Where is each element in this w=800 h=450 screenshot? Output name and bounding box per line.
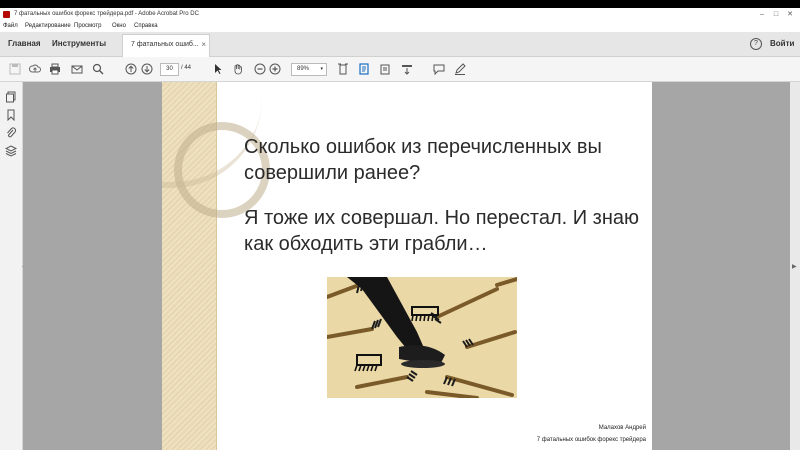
tab-document[interactable]: 7 фатальных ошиб... × bbox=[122, 34, 210, 57]
tab-document-label: 7 фатальных ошиб... bbox=[131, 41, 199, 48]
email-icon[interactable] bbox=[70, 62, 83, 75]
acrobat-window: 7 фатальных ошибок форекс трейдера.pdf -… bbox=[0, 8, 800, 450]
chevron-down-icon: ▾ bbox=[320, 66, 323, 72]
signin-button[interactable]: Войти bbox=[770, 39, 794, 48]
bookmarks-icon[interactable] bbox=[5, 108, 17, 122]
window-controls: – □ ✕ bbox=[756, 10, 796, 19]
slide-paragraph-2: Я тоже их совершал. Но перестал. И знаю … bbox=[244, 207, 639, 255]
menu-edit[interactable]: Редактирование bbox=[25, 23, 71, 29]
menu-file[interactable]: Файл bbox=[3, 23, 18, 29]
fit-width-icon[interactable] bbox=[336, 62, 349, 75]
tab-tools[interactable]: Инструменты bbox=[52, 39, 106, 48]
menu-help[interactable]: Справка bbox=[134, 23, 158, 29]
page-total: / 44 bbox=[181, 65, 192, 71]
next-page-icon[interactable] bbox=[140, 62, 153, 75]
slide-author: Малахов Андрей bbox=[598, 425, 646, 431]
upload-icon[interactable] bbox=[28, 62, 41, 75]
tab-bar: Главная Инструменты 7 фатальных ошиб... … bbox=[0, 32, 800, 57]
search-icon[interactable] bbox=[91, 62, 104, 75]
comment-icon[interactable] bbox=[432, 62, 445, 75]
scroll-mode-icon[interactable] bbox=[400, 62, 413, 75]
help-icon[interactable]: ? bbox=[750, 38, 762, 50]
page-number-input[interactable]: 30 bbox=[160, 63, 179, 76]
acrobat-logo-icon bbox=[3, 11, 10, 18]
print-icon[interactable] bbox=[48, 62, 61, 75]
page-thumbnails-icon[interactable] bbox=[5, 90, 17, 103]
rakes-illustration bbox=[327, 277, 517, 398]
fit-page-icon[interactable] bbox=[357, 62, 370, 75]
minimize-button[interactable]: – bbox=[756, 10, 768, 19]
pen-icon[interactable] bbox=[453, 62, 466, 75]
menu-view[interactable]: Просмотр bbox=[74, 23, 101, 29]
hand-tool-icon[interactable] bbox=[231, 62, 244, 75]
tab-close-icon[interactable]: × bbox=[201, 40, 206, 49]
zoom-level-select[interactable]: 89% ▾ bbox=[291, 63, 327, 76]
menu-bar: Файл Редактирование Просмотр Окно Справк… bbox=[0, 22, 800, 32]
zoom-out-icon[interactable] bbox=[253, 62, 266, 75]
pdf-page: Сколько ошибок из перечисленных вы совер… bbox=[162, 82, 652, 450]
right-pane-toggle-icon[interactable]: ▶ bbox=[792, 263, 797, 270]
rotate-icon[interactable] bbox=[378, 62, 391, 75]
zoom-in-icon[interactable] bbox=[268, 62, 281, 75]
attachments-icon[interactable] bbox=[5, 126, 17, 138]
select-cursor-icon[interactable] bbox=[211, 62, 224, 75]
menu-window[interactable]: Окно bbox=[112, 23, 126, 29]
maximize-button[interactable]: □ bbox=[770, 10, 782, 19]
close-button[interactable]: ✕ bbox=[784, 10, 796, 19]
zoom-level-value: 89% bbox=[297, 66, 310, 72]
layers-icon[interactable] bbox=[4, 144, 18, 157]
slide-paragraph-1: Сколько ошибок из перечисленных вы совер… bbox=[244, 136, 602, 184]
tab-home[interactable]: Главная bbox=[8, 39, 41, 48]
save-icon[interactable] bbox=[8, 62, 21, 75]
toolbar: 30 / 44 89% ▾ bbox=[0, 57, 800, 82]
prev-page-icon[interactable] bbox=[124, 62, 137, 75]
slide-footer-title: 7 фатальных ошибок форекс трейдера bbox=[536, 437, 646, 443]
title-bar: 7 фатальных ошибок форекс трейдера.pdf -… bbox=[0, 8, 800, 22]
window-title: 7 фатальных ошибок форекс трейдера.pdf -… bbox=[14, 11, 199, 17]
left-navigation-pane bbox=[0, 82, 23, 450]
